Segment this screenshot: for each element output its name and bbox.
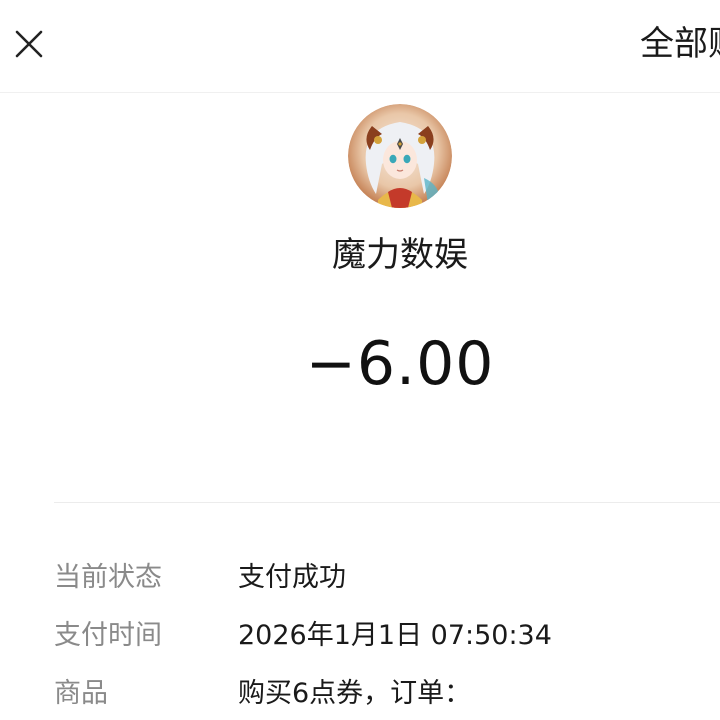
merchant-name: 魔力数娱 — [332, 235, 468, 275]
bill-detail-page: 全部账单 — [0, 0, 720, 720]
detail-label: 支付时间 — [54, 620, 162, 651]
top-navigation-bar: 全部账单 — [0, 0, 720, 93]
detail-row-pay-time: 支付时间 2026年1月1日 07:50:34 — [54, 616, 720, 656]
detail-value: 2026年1月1日 07:50:34 — [238, 620, 552, 651]
detail-row-status: 当前状态 支付成功 — [54, 558, 720, 598]
transaction-amount: −6.00 — [305, 329, 495, 399]
detail-label: 当前状态 — [54, 562, 162, 593]
section-divider — [54, 502, 720, 503]
close-icon — [15, 30, 43, 58]
detail-value: 购买6点券，订单： — [238, 678, 472, 709]
detail-value: 支付成功 — [238, 562, 346, 593]
merchant-avatar — [348, 104, 452, 208]
close-button[interactable] — [8, 20, 50, 68]
detail-label: 商品 — [54, 678, 108, 709]
detail-row-product: 商品 购买6点券，订单： — [54, 674, 720, 714]
all-bills-link[interactable]: 全部账单 — [640, 22, 720, 66]
